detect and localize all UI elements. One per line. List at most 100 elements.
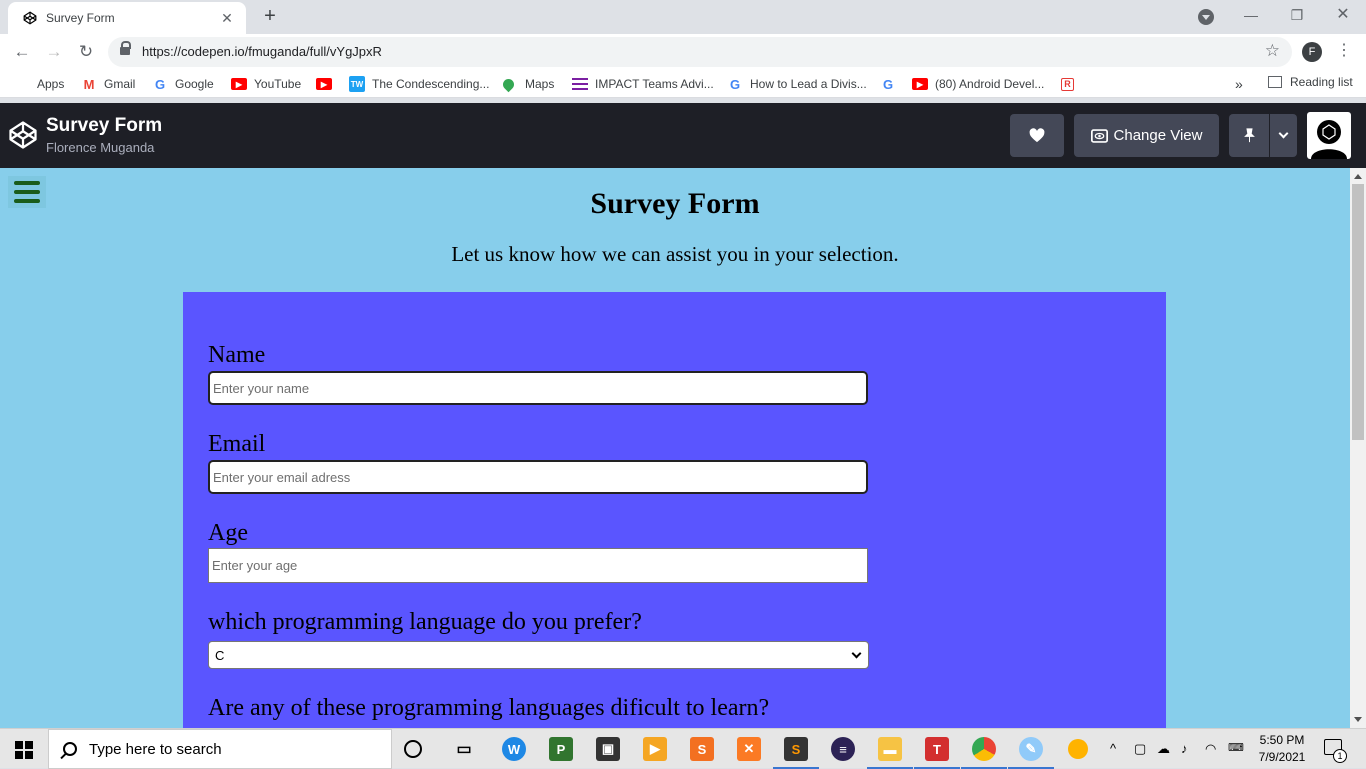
restore-button[interactable]: ❐ (1274, 0, 1320, 32)
system-clock[interactable]: 5:50 PM 7/9/2021 (1252, 732, 1312, 766)
bookmark-lead-division[interactable]: G How to Lead a Divis... (727, 75, 867, 93)
google-icon: G (882, 76, 894, 92)
youtube-icon: ▶ (316, 78, 332, 90)
age-input[interactable] (208, 548, 868, 583)
tab-close-icon[interactable]: ✕ (218, 10, 236, 27)
difficulty-label: Are any of these programming languages d… (208, 695, 770, 721)
profile-avatar[interactable]: F (1302, 42, 1322, 62)
project-icon[interactable]: P (549, 737, 573, 761)
scroll-down-icon[interactable] (1354, 717, 1362, 722)
browser-menu-icon[interactable]: ⋮ (1336, 40, 1352, 60)
paint-icon[interactable]: ✎ (1008, 737, 1054, 769)
onedrive-icon[interactable]: ☁ (1157, 741, 1170, 757)
sublime-text-icon[interactable]: S (773, 737, 819, 769)
email-input[interactable] (208, 460, 868, 494)
bookmark-condescending[interactable]: TW The Condescending... (349, 75, 489, 93)
app-icon-blue[interactable]: W (502, 737, 526, 761)
maps-pin-icon (500, 76, 517, 92)
search-icon (63, 742, 77, 756)
store-icon[interactable]: ▣ (596, 737, 620, 761)
bookmark-star-icon[interactable]: ☆ (1265, 41, 1280, 61)
heart-icon (1029, 128, 1045, 143)
pin-button[interactable] (1229, 114, 1269, 157)
codepen-header: Survey Form Florence Muganda Change View (0, 103, 1366, 168)
windows-start-icon[interactable] (0, 729, 48, 769)
pin-icon (1243, 128, 1255, 143)
user-avatar[interactable] (1307, 112, 1351, 159)
window-close-button[interactable]: ✕ (1320, 0, 1366, 32)
wifi-icon[interactable]: ◠ (1205, 741, 1216, 757)
pen-author[interactable]: Florence Muganda (46, 140, 154, 155)
volume-icon[interactable]: ♪ (1181, 741, 1188, 756)
bookmarks-bar: Apps M Gmail G Google ▶ YouTube ▶ TW The… (0, 70, 1366, 98)
app-s-icon[interactable]: S (690, 737, 714, 761)
forward-button[interactable]: → (42, 40, 66, 64)
apps-grid-icon (14, 76, 30, 92)
weather-icon[interactable] (1068, 739, 1088, 759)
bookmark-label: The Condescending... (372, 77, 490, 91)
change-view-button[interactable]: Change View (1074, 114, 1219, 157)
tab-search-icon[interactable] (1198, 9, 1214, 25)
minimize-button[interactable]: — (1228, 0, 1274, 32)
like-button[interactable] (1010, 114, 1064, 157)
page-scrollbar[interactable] (1350, 168, 1366, 728)
codepen-favicon-icon (22, 10, 38, 26)
bookmark-apps[interactable]: Apps (14, 75, 64, 93)
google-icon: G (729, 76, 741, 92)
bookmark-youtube[interactable]: ▶ YouTube (231, 75, 301, 93)
clock-date: 7/9/2021 (1258, 750, 1306, 764)
app-t-icon[interactable]: T (914, 737, 960, 769)
bookmark-label: (80) Android Devel... (935, 77, 1045, 91)
page-viewport: Survey Form Let us know how we can assis… (0, 168, 1350, 728)
chrome-icon[interactable] (961, 737, 1007, 769)
windows-taskbar: Type here to search ▭ W P ▣ ▶ S ✕ S ≡ ▬ … (0, 728, 1366, 769)
media-player-icon[interactable]: ▶ (643, 737, 667, 761)
bookmarks-overflow-icon[interactable]: » (1235, 75, 1243, 93)
bookmark-label: Maps (525, 77, 555, 91)
bookmark-gmail[interactable]: M Gmail (81, 75, 136, 93)
new-tab-button[interactable]: + (258, 4, 282, 28)
bookmark-google-2[interactable]: G (880, 75, 903, 93)
browser-toolbar: ← → ↻ https://codepen.io/fmuganda/full/v… (0, 34, 1366, 70)
email-label: Email (208, 431, 266, 457)
bookmark-label: IMPACT Teams Advi... (595, 77, 714, 91)
reload-button[interactable]: ↻ (74, 40, 98, 64)
taskbar-search[interactable]: Type here to search (48, 729, 392, 769)
scroll-up-icon[interactable] (1354, 174, 1362, 179)
lock-icon[interactable] (120, 41, 131, 57)
xampp-icon[interactable]: ✕ (737, 737, 761, 761)
page-description: Let us know how we can assist you in you… (451, 242, 899, 266)
cortana-icon[interactable] (404, 740, 422, 758)
reading-list-button[interactable]: Reading list (1268, 75, 1353, 89)
change-view-label: Change View (1113, 127, 1203, 144)
address-bar[interactable]: https://codepen.io/fmuganda/full/vYgJpxR… (108, 37, 1292, 67)
scrollbar-thumb[interactable] (1352, 184, 1364, 440)
file-explorer-icon[interactable]: ▬ (867, 737, 913, 769)
bookmark-label: Apps (37, 77, 65, 91)
task-view-icon[interactable]: ▭ (452, 737, 476, 761)
back-button[interactable]: ← (10, 40, 34, 64)
notification-count-badge: 1 (1333, 749, 1347, 763)
gmail-icon: M (83, 76, 95, 92)
pin-dropdown-button[interactable] (1270, 114, 1297, 157)
bookmark-r[interactable]: R (1061, 75, 1081, 93)
meet-now-icon[interactable]: ▢ (1134, 741, 1146, 757)
language-select[interactable]: C (208, 641, 869, 669)
bookmark-youtube-2[interactable]: ▶ (316, 75, 339, 93)
survey-form: Name Email Age which programming languag… (183, 292, 1166, 728)
codepen-logo-icon[interactable] (8, 120, 38, 150)
bookmark-android[interactable]: ▶ (80) Android Devel... (912, 75, 1044, 93)
youtube-icon: ▶ (231, 78, 247, 90)
pen-title[interactable]: Survey Form (46, 115, 162, 137)
url-text[interactable]: https://codepen.io/fmuganda/full/vYgJpxR (142, 44, 382, 59)
browser-tab[interactable]: Survey Form ✕ (8, 2, 246, 34)
bookmark-label: YouTube (254, 77, 302, 91)
tray-chevron-up-icon[interactable]: ^ (1110, 741, 1116, 756)
bookmark-maps[interactable]: Maps (500, 75, 555, 93)
name-label: Name (208, 342, 266, 368)
bookmark-google[interactable]: G Google (152, 75, 214, 93)
eclipse-icon[interactable]: ≡ (831, 737, 855, 761)
input-method-icon[interactable]: ⌨ (1228, 741, 1244, 754)
name-input[interactable] (208, 371, 868, 405)
bookmark-impact[interactable]: IMPACT Teams Advi... (572, 75, 714, 93)
